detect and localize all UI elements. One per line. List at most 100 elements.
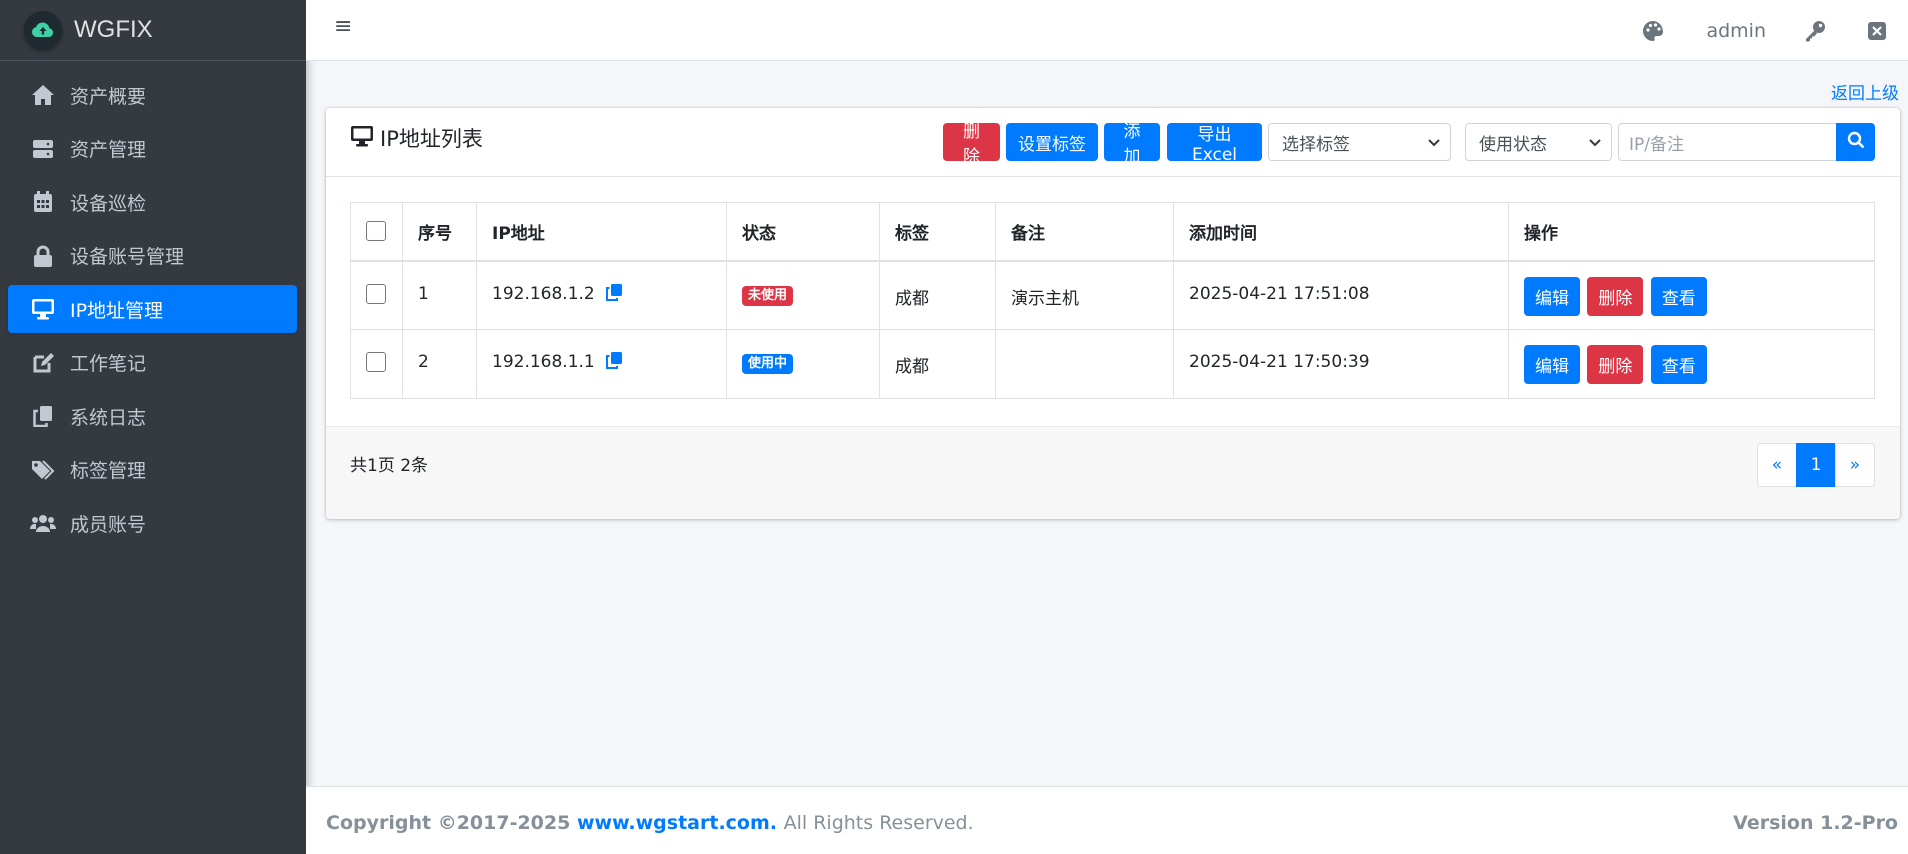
sidebar-item-label: 设备巡检 — [70, 192, 147, 215]
status-cell: 未使用 — [726, 260, 880, 330]
sidebar-item-tag-management[interactable]: 标签管理 — [8, 446, 297, 494]
view-button[interactable]: 查看 — [1650, 276, 1707, 316]
column-header: 状态 — [726, 202, 880, 262]
sidebar-item-label: 系统日志 — [70, 406, 147, 429]
sidebar-item-label: IP地址管理 — [70, 299, 164, 322]
column-header: 备注 — [995, 202, 1174, 262]
add-button[interactable]: 添加 — [1104, 122, 1160, 167]
pagination-info: 共1页 2条 — [350, 456, 429, 476]
desktop-icon — [30, 297, 56, 321]
copy-icon[interactable] — [606, 283, 623, 306]
actions-cell: 编辑 删除 查看 — [1508, 329, 1875, 399]
copy-icon — [30, 404, 56, 428]
column-header: 添加时间 — [1173, 202, 1509, 262]
sidebar: WGFIX 资产概要 资产管理 设备巡检 设备账号管理 IP地址管理 工作笔记 … — [0, 0, 306, 854]
export-excel-button[interactable]: 导出Excel — [1167, 123, 1262, 165]
close-square-icon[interactable] — [1868, 21, 1886, 40]
row-checkbox[interactable] — [366, 352, 386, 372]
user-menu[interactable]: admin — [1706, 20, 1766, 42]
brand-name: WGFIX — [74, 16, 153, 43]
table-row: 1 192.168.1.2 未使用 成都 演示主机 2025-04-21 17:… — [350, 260, 1875, 330]
palette-icon[interactable] — [1642, 20, 1664, 42]
cloud-upload-icon — [24, 11, 62, 49]
view-button[interactable]: 查看 — [1650, 345, 1707, 384]
next-page-link[interactable]: » — [1835, 443, 1875, 487]
delete-button[interactable]: 删除 — [1587, 276, 1644, 316]
navbar-right: admin — [1642, 0, 1908, 61]
set-tag-button[interactable]: 设置标签 — [1006, 123, 1098, 161]
sidebar-item-work-notes[interactable]: 工作笔记 — [8, 339, 297, 387]
select-all-checkbox[interactable] — [366, 221, 386, 242]
edit-icon — [30, 351, 56, 375]
search-button[interactable] — [1836, 123, 1875, 161]
sidebar-item-asset-overview[interactable]: 资产概要 — [8, 71, 297, 119]
home-icon — [30, 83, 56, 107]
search-icon — [1847, 131, 1865, 154]
sidebar-item-member-accounts[interactable]: 成员账号 — [8, 499, 297, 547]
brand[interactable]: WGFIX — [0, 0, 306, 61]
status-badge: 未使用 — [742, 285, 794, 306]
users-icon — [30, 511, 56, 535]
row-number: 2 — [402, 329, 477, 399]
card-footer: 共1页 2条 « 1 » — [326, 426, 1900, 519]
column-header: 标签 — [879, 202, 996, 262]
lock-icon — [30, 244, 56, 268]
column-header: IP地址 — [476, 202, 727, 262]
menu-toggle-icon[interactable]: ≡ — [334, 14, 352, 39]
key-icon[interactable] — [1804, 20, 1826, 42]
status-cell: 使用中 — [726, 329, 880, 399]
sidebar-item-device-inspection[interactable]: 设备巡检 — [8, 178, 297, 226]
sidebar-item-ip-management[interactable]: IP地址管理 — [8, 285, 297, 333]
table-header-row: 序号 IP地址 状态 标签 备注 添加时间 操作 — [350, 202, 1875, 262]
select-all-cell — [350, 202, 403, 262]
remark-cell — [995, 329, 1174, 399]
chevron-down-icon — [1428, 132, 1440, 152]
sidebar-item-label: 工作笔记 — [70, 353, 147, 375]
page-link-current[interactable]: 1 — [1796, 443, 1836, 487]
top-navbar: ≡ admin — [306, 0, 1908, 61]
sidebar-item-system-logs[interactable]: 系统日志 — [8, 392, 297, 440]
card-header: IP地址列表 删除 设置标签 添加 导出Excel 选择标签 使用状态 IP/备… — [326, 108, 1900, 177]
status-select[interactable]: 使用状态 — [1465, 123, 1612, 161]
sidebar-item-label: 资产管理 — [70, 139, 147, 161]
bulk-delete-button[interactable]: 删除 — [943, 122, 1000, 167]
delete-button[interactable]: 删除 — [1587, 345, 1644, 384]
ip-table: 序号 IP地址 状态 标签 备注 添加时间 操作 1 192.168.1.2 未… — [350, 202, 1875, 399]
actions-cell: 编辑 删除 查看 — [1508, 260, 1875, 330]
sidebar-item-asset-management[interactable]: 资产管理 — [8, 125, 297, 173]
status-select-value: 使用状态 — [1479, 134, 1547, 155]
column-header: 序号 — [402, 202, 477, 262]
sidebar-item-label: 成员账号 — [70, 513, 147, 536]
column-header: 操作 — [1508, 202, 1875, 262]
sidebar-nav: 资产概要 资产管理 设备巡检 设备账号管理 IP地址管理 工作笔记 系统日志 标… — [0, 61, 306, 547]
row-select-cell — [350, 329, 403, 399]
row-checkbox[interactable] — [366, 283, 386, 304]
ip-list-card: IP地址列表 删除 设置标签 添加 导出Excel 选择标签 使用状态 IP/备… — [326, 108, 1900, 519]
remark-cell: 演示主机 — [995, 260, 1174, 330]
site-link[interactable]: www.wgstart.com. — [577, 812, 777, 834]
search-input[interactable]: IP/备注 — [1618, 123, 1836, 161]
sidebar-item-label: 设备账号管理 — [70, 246, 185, 268]
version-text: Version 1.2-Pro — [1733, 812, 1898, 834]
page-title: IP地址列表 — [350, 123, 483, 153]
tag-select[interactable]: 选择标签 — [1268, 123, 1451, 161]
tag-cell: 成都 — [879, 260, 996, 330]
table-row: 2 192.168.1.1 使用中 成都 2025-04-21 17:50:39… — [350, 329, 1875, 399]
row-number: 1 — [402, 260, 477, 330]
edit-button[interactable]: 编辑 — [1524, 345, 1580, 384]
back-link[interactable]: 返回上级 — [1831, 79, 1899, 104]
copy-icon[interactable] — [606, 352, 623, 374]
status-badge: 使用中 — [742, 354, 794, 374]
tag-cell: 成都 — [879, 329, 996, 399]
row-select-cell — [350, 260, 403, 330]
added-time-cell: 2025-04-21 17:51:08 — [1173, 260, 1509, 330]
ip-address: 192.168.1.1 — [492, 352, 595, 372]
chevron-down-icon — [1589, 132, 1601, 152]
edit-button[interactable]: 编辑 — [1524, 276, 1580, 316]
copyright: Copyright ©2017-2025 www.wgstart.com. Al… — [326, 812, 974, 834]
toolbar: 删除 设置标签 添加 导出Excel 选择标签 使用状态 IP/备注 — [943, 122, 1875, 167]
added-time-cell: 2025-04-21 17:50:39 — [1173, 329, 1509, 399]
server-icon — [30, 137, 56, 161]
prev-page-link[interactable]: « — [1757, 443, 1797, 487]
sidebar-item-device-accounts[interactable]: 设备账号管理 — [8, 232, 297, 280]
